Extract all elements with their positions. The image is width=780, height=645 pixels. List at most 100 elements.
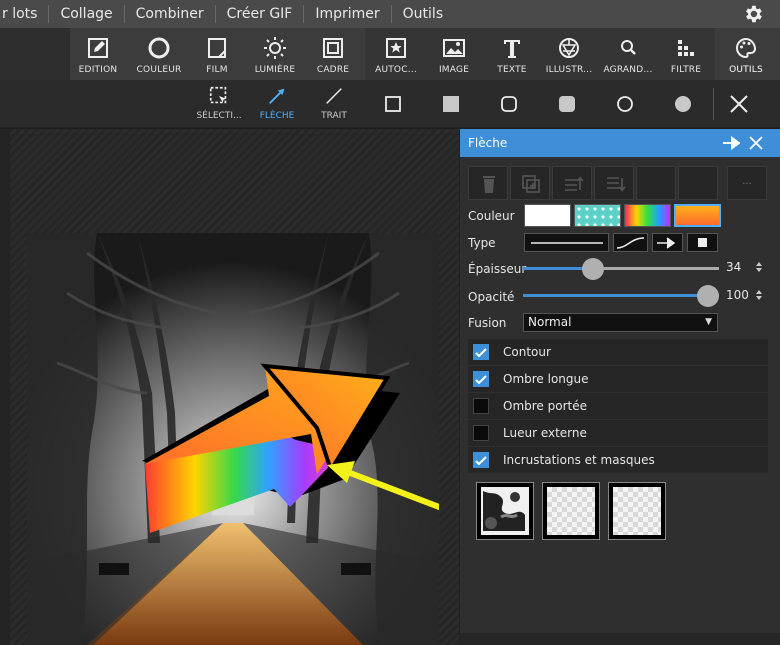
opacity-spinner-icon[interactable] (755, 288, 763, 302)
thickness-value[interactable]: 34 (726, 260, 741, 274)
tool-options-bar: SÉLECTI... FLÈCHE TRAIT (0, 80, 780, 128)
ellipse-outline-icon[interactable] (615, 94, 635, 114)
texture-thumbnail-empty-2[interactable] (608, 482, 666, 540)
toolbar-film[interactable]: FILM (199, 28, 235, 80)
checkbox-ombre-longue[interactable] (473, 371, 489, 387)
tool-trait[interactable]: TRAIT (314, 80, 354, 128)
blend-mode-select[interactable]: Normal ▼ (523, 313, 718, 332)
toolbar-filtre[interactable]: FILTRE (666, 28, 706, 80)
checkmark-icon (475, 348, 487, 358)
text-icon (504, 40, 520, 58)
bring-forward-button[interactable] (552, 166, 592, 200)
opacity-slider-knob[interactable] (697, 285, 719, 307)
menu-bar: r lots Collage Combiner Créer GIF Imprim… (0, 0, 780, 28)
toolbar-agrandir[interactable]: AGRAND... (602, 28, 654, 80)
menu-item-outils[interactable]: Outils (392, 5, 454, 23)
grunge-texture-image (481, 487, 529, 535)
option-incrustations[interactable]: Incrustations et masques (468, 447, 768, 473)
toolbar-outils[interactable]: OUTILS (724, 28, 768, 80)
panel-title: Flèche (468, 136, 508, 150)
type-arrowhead[interactable] (652, 233, 683, 252)
selection-icon (209, 86, 227, 104)
action-empty-1[interactable] (636, 166, 676, 200)
menu-item-combiner[interactable]: Combiner (125, 5, 216, 23)
toolbar-edition[interactable]: EDITION (76, 28, 120, 80)
gear-icon[interactable] (742, 3, 764, 25)
module-toolbar: EDITION COULEUR FILM LUMIÈRE CADRE AUTOC… (0, 28, 780, 80)
menu-item-collage[interactable]: Collage (49, 5, 125, 23)
toolbar-texte[interactable]: TEXTE (492, 28, 532, 80)
color-icon (148, 37, 170, 59)
blend-label: Fusion (468, 316, 507, 330)
color-swatch-pattern[interactable] (574, 204, 621, 227)
opacity-slider[interactable] (523, 285, 719, 307)
color-swatch-gradient-selected[interactable] (674, 204, 721, 227)
duplicate-icon (522, 175, 540, 193)
more-button[interactable]: ... (727, 166, 767, 200)
menu-item-imprimer[interactable]: Imprimer (304, 5, 392, 23)
filter-icon (678, 40, 694, 56)
texture-thumbnail-grunge[interactable] (476, 482, 534, 540)
panel-title-bar: Flèche (460, 129, 780, 157)
type-curve[interactable] (613, 233, 648, 252)
thickness-slider-knob[interactable] (582, 258, 604, 280)
sticker-icon (386, 38, 406, 58)
opacity-label: Opacité (468, 290, 515, 304)
action-empty-2[interactable] (678, 166, 718, 200)
film-icon (208, 38, 226, 58)
toolbar-lumiere[interactable]: LUMIÈRE (250, 28, 300, 80)
tool-fleche[interactable]: FLÈCHE (254, 80, 300, 128)
toolbar-couleur[interactable]: COULEUR (134, 28, 184, 80)
toolbar-illustrations[interactable]: ILLUSTR... (543, 28, 595, 80)
rounded-rect-filled-icon[interactable] (557, 94, 577, 114)
option-ombre-longue[interactable]: Ombre longue (468, 366, 768, 392)
thickness-label: Épaisseur (468, 262, 527, 276)
option-contour[interactable]: Contour (468, 339, 768, 365)
close-icon[interactable] (727, 92, 751, 116)
type-straight-line[interactable] (524, 233, 609, 252)
option-lueur-externe[interactable]: Lueur externe (468, 420, 768, 446)
checkbox-incrustations[interactable] (473, 452, 489, 468)
line-icon (326, 88, 342, 104)
option-ombre-portee[interactable]: Ombre portée (468, 393, 768, 419)
duplicate-button[interactable] (510, 166, 550, 200)
delete-button[interactable] (468, 166, 508, 200)
toolbar-cadre[interactable]: CADRE (313, 28, 353, 80)
thickness-spinner-icon[interactable] (755, 260, 763, 274)
checkmark-icon (475, 375, 487, 385)
color-label: Couleur (468, 209, 515, 223)
close-panel-icon[interactable] (748, 135, 764, 151)
checkbox-ombre-portee[interactable] (473, 398, 489, 414)
checkbox-contour[interactable] (473, 344, 489, 360)
arrow-properties-panel: Flèche ... Couleur Type Épaisseur 34 Opa… (459, 129, 780, 645)
trash-icon (483, 176, 495, 193)
rounded-rect-outline-icon[interactable] (499, 94, 519, 114)
checkbox-lueur-externe[interactable] (473, 425, 489, 441)
menu-item-creer-gif[interactable]: Créer GIF (216, 5, 305, 23)
rectangle-filled-icon[interactable] (441, 94, 461, 114)
type-label: Type (468, 236, 496, 250)
edit-icon (88, 38, 108, 58)
tool-selection[interactable]: SÉLECTI... (193, 80, 245, 128)
opacity-value[interactable]: 100 (726, 288, 749, 302)
curve-icon (616, 237, 645, 249)
thickness-slider[interactable] (523, 258, 719, 280)
image-icon (443, 39, 465, 57)
bring-forward-icon (565, 176, 584, 191)
send-backward-button[interactable] (594, 166, 634, 200)
checkmark-icon (475, 456, 487, 466)
type-end-square[interactable] (687, 233, 718, 252)
color-swatch-white[interactable] (524, 204, 571, 227)
illustration-icon (559, 38, 579, 58)
color-swatch-rainbow[interactable] (624, 204, 671, 227)
pin-icon[interactable] (722, 135, 740, 151)
photo-canvas[interactable] (27, 233, 439, 645)
menu-item-lots[interactable]: r lots (0, 5, 50, 23)
toolbar-autocollants[interactable]: AUTOC... (372, 28, 420, 80)
ellipse-filled-icon[interactable] (673, 94, 693, 114)
straight-line-icon (531, 242, 603, 244)
rectangle-outline-icon[interactable] (383, 94, 403, 114)
texture-thumbnail-empty-1[interactable] (542, 482, 600, 540)
toolbar-image[interactable]: IMAGE (434, 28, 474, 80)
photo-image (27, 233, 439, 645)
